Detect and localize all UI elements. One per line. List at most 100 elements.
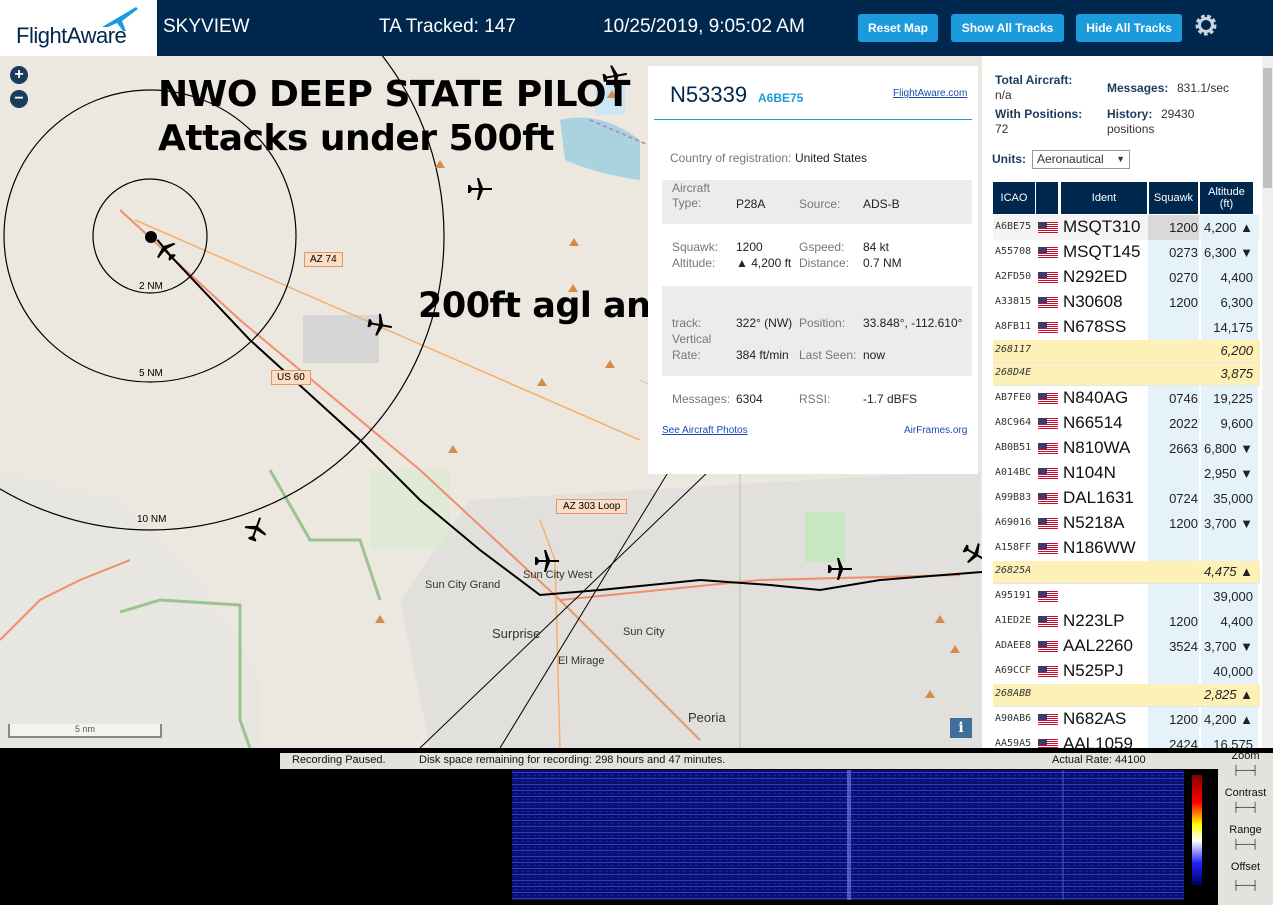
map-info-button[interactable]: i bbox=[950, 718, 972, 738]
total-aircraft-value: n/a bbox=[995, 88, 1012, 102]
zoom-slider[interactable]: ├──┤ bbox=[1218, 765, 1273, 775]
flightaware-logo[interactable]: FlightAware bbox=[0, 0, 157, 56]
icao-cell: 268D4E bbox=[995, 367, 1032, 378]
col-header-flag[interactable] bbox=[1036, 182, 1058, 214]
spectrogram-controls: Zoom ├──┤ Contrast ├──┤ Range ├──┤ Offse… bbox=[1218, 750, 1273, 905]
table-row[interactable]: A6BE75 MSQT310 1200 4,200 ▲ bbox=[993, 215, 1260, 241]
aircraft-icon[interactable] bbox=[534, 548, 560, 574]
icao-cell: A90AB6 bbox=[995, 713, 1032, 724]
table-row[interactable]: ADAEE8 AAL2260 3524 3,700 ▼ bbox=[993, 634, 1260, 660]
show-all-tracks-button[interactable]: Show All Tracks bbox=[951, 14, 1064, 42]
contrast-slider[interactable]: ├──┤ bbox=[1218, 802, 1273, 812]
squawk-value: 1200 bbox=[1169, 295, 1198, 310]
altitude-value: 14,175 bbox=[1213, 320, 1253, 335]
ring-label-10nm: 10 NM bbox=[137, 514, 167, 525]
selected-aircraft-icon[interactable] bbox=[152, 236, 178, 262]
units-select[interactable]: Aeronautical ▼ bbox=[1032, 150, 1130, 169]
ident-cell: N292ED bbox=[1063, 267, 1128, 286]
col-header-altitude[interactable]: Altitude (ft) bbox=[1200, 182, 1253, 214]
icao-cell: A2FD50 bbox=[995, 271, 1032, 282]
squawk-value: 2663 bbox=[1169, 441, 1198, 456]
altitude-value: 9,600 bbox=[1220, 416, 1253, 431]
aircraft-photos-link[interactable]: See Aircraft Photos bbox=[662, 425, 748, 436]
table-row[interactable]: A158FF N186WW bbox=[993, 536, 1260, 562]
table-row[interactable]: A8FB11 N678SS 14,175 bbox=[993, 315, 1260, 341]
table-row[interactable]: A69016 N5218A 1200 3,700 ▼ bbox=[993, 511, 1260, 537]
table-row[interactable]: A90AB6 N682AS 1200 4,200 ▲ bbox=[993, 707, 1260, 733]
altitude-value: 2,825 ▲ bbox=[1203, 687, 1253, 702]
table-row[interactable]: 268D4E 3,875 bbox=[993, 363, 1260, 386]
table-row[interactable]: A014BC N104N 2,950 ▼ bbox=[993, 461, 1260, 487]
altitude-label: Altitude: bbox=[672, 256, 716, 270]
popup-hex: A6BE75 bbox=[758, 91, 804, 105]
aircraft-icon[interactable] bbox=[827, 556, 853, 582]
table-row[interactable]: A1ED2E N223LP 1200 4,400 bbox=[993, 609, 1260, 635]
current-datetime: 10/25/2019, 9:05:02 AM bbox=[603, 16, 805, 37]
us-flag-icon bbox=[1038, 222, 1058, 233]
col-header-icao[interactable]: ICAO bbox=[993, 182, 1035, 214]
aircraft-icon[interactable] bbox=[962, 541, 982, 567]
table-row[interactable]: 26825A 4,475 ▲ bbox=[993, 561, 1260, 584]
ident-cell: N5218A bbox=[1063, 513, 1125, 532]
col-header-squawk[interactable]: Squawk bbox=[1149, 182, 1198, 214]
range-slider[interactable]: ├──┤ bbox=[1218, 839, 1273, 849]
offset-slider[interactable]: ├──┤ bbox=[1218, 880, 1273, 890]
squawk-value: 1200 bbox=[736, 240, 763, 254]
flightaware-link[interactable]: FlightAware.com bbox=[893, 88, 967, 99]
table-row[interactable]: A55708 MSQT145 0273 6,300 ▼ bbox=[993, 240, 1260, 266]
us-flag-icon bbox=[1038, 616, 1058, 627]
table-row[interactable]: A2FD50 N292ED 0270 4,400 bbox=[993, 265, 1260, 291]
road-label-us60: US 60 bbox=[271, 370, 311, 385]
gear-icon[interactable] bbox=[1193, 12, 1219, 38]
squawk-value: 0746 bbox=[1169, 391, 1198, 406]
zoom-out-button[interactable]: − bbox=[10, 90, 28, 108]
zoom-in-button[interactable]: + bbox=[10, 66, 28, 84]
table-row[interactable]: A69CCF N525PJ 40,000 bbox=[993, 659, 1260, 685]
table-row[interactable]: A99B83 DAL1631 0724 35,000 bbox=[993, 486, 1260, 512]
hide-all-tracks-button[interactable]: Hide All Tracks bbox=[1076, 14, 1182, 42]
table-row[interactable]: A33815 N30608 1200 6,300 bbox=[993, 290, 1260, 316]
aircraft-icon[interactable] bbox=[243, 516, 269, 542]
country-value: United States bbox=[795, 151, 868, 165]
vertical-rate-value: 384 ft/min bbox=[736, 348, 789, 362]
history-unit: positions bbox=[1107, 122, 1155, 136]
track-value: 322° (NW) bbox=[736, 316, 793, 330]
messages-label: Messages: bbox=[672, 392, 731, 406]
us-flag-icon bbox=[1038, 739, 1058, 748]
aircraft-list-panel: Total Aircraft: n/a With Positions: 72 M… bbox=[982, 56, 1273, 748]
reset-map-button[interactable]: Reset Map bbox=[858, 14, 938, 42]
icao-cell: ADAEE8 bbox=[995, 640, 1032, 651]
actual-rate-text: Actual Rate: 44100 bbox=[1052, 754, 1146, 766]
table-row[interactable]: AB7FE0N840AG074619,225 ▲ bbox=[993, 386, 1260, 421]
panel-scrollbar[interactable] bbox=[1262, 56, 1273, 748]
ident-cell: N525PJ bbox=[1063, 661, 1124, 680]
place-el-mirage: El Mirage bbox=[558, 655, 605, 667]
overlay-caption-line2: Attacks under 500ft bbox=[158, 118, 555, 159]
us-flag-icon bbox=[1038, 247, 1058, 258]
table-row[interactable]: AA59A5 AAL1059 2424 16,575 ▼ bbox=[993, 732, 1260, 748]
table-row[interactable]: 268ABB 2,825 ▲ bbox=[993, 684, 1260, 707]
aircraft-detail-popup: N53339 A6BE75 FlightAware.com Country of… bbox=[648, 66, 978, 474]
col-header-ident[interactable]: Ident bbox=[1061, 182, 1147, 214]
aircraft-icon[interactable] bbox=[467, 176, 493, 202]
airframes-link[interactable]: AirFrames.org bbox=[904, 425, 967, 436]
us-flag-icon bbox=[1038, 322, 1058, 333]
table-row[interactable]: A95191 39,000 bbox=[993, 584, 1260, 610]
spectrogram-canvas bbox=[512, 770, 1202, 900]
contrast-label: Contrast bbox=[1224, 787, 1267, 799]
altitude-value: 3,700 ▼ bbox=[1203, 516, 1253, 531]
aircraft-icon[interactable] bbox=[367, 312, 393, 338]
us-flag-icon bbox=[1038, 468, 1058, 479]
scrollbar-thumb[interactable] bbox=[1263, 68, 1272, 188]
recorder-status-bar: Recording Paused. Disk space remaining f… bbox=[280, 753, 1218, 769]
road-label-az303: AZ 303 Loop bbox=[556, 499, 628, 514]
table-row[interactable]: 268117 6,200 bbox=[993, 340, 1260, 363]
altitude-value: 35,000 bbox=[1213, 491, 1253, 506]
country-label: Country of registration: bbox=[670, 151, 792, 165]
table-row[interactable]: AB0B51 N810WA 2663 6,800 ▼ bbox=[993, 436, 1260, 462]
table-row[interactable]: A8C964 N66514 2022 9,600 bbox=[993, 411, 1260, 437]
messages-rate-label: Messages: bbox=[1107, 81, 1169, 95]
altitude-value: 2,950 ▼ bbox=[1203, 466, 1253, 481]
aircraft-icon[interactable] bbox=[602, 63, 628, 89]
icao-cell: A69CCF bbox=[995, 665, 1032, 676]
